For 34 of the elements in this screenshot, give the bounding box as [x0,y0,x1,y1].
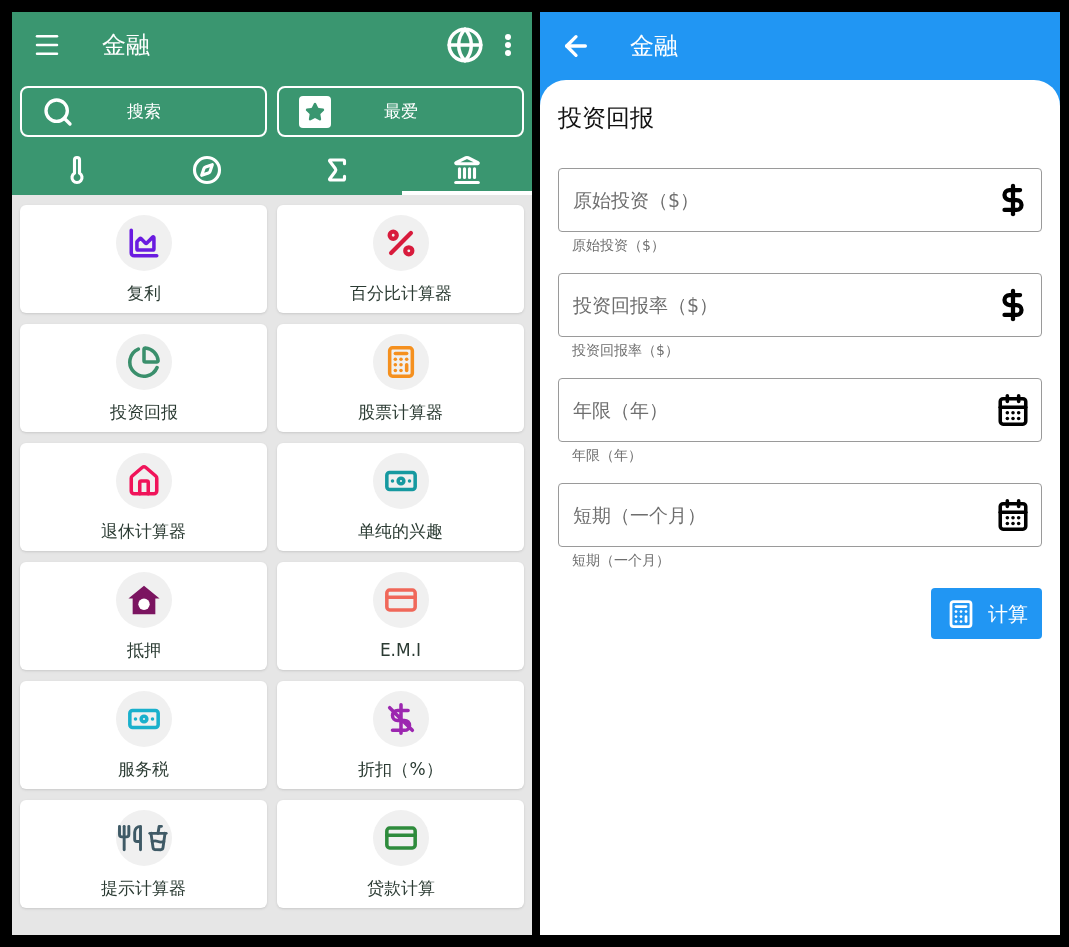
header-button[interactable]: 搜索 [20,86,267,137]
calculator-card[interactable]: 单纯的兴趣 [277,443,524,551]
calculator-card[interactable]: 抵押 [20,562,267,670]
language-button[interactable] [446,26,484,64]
calculator-card[interactable]: 复利 [20,205,267,313]
more-button[interactable] [504,33,512,57]
helper-text: 年限（年） [572,446,643,465]
input-field[interactable]: 原始投资（$） [558,168,1042,232]
bank-icon [452,155,482,185]
helper-text: 投资回报率（$） [572,341,680,360]
calculator-card[interactable]: 贷款计算 [277,800,524,908]
calendar-icon [996,498,1030,532]
calculator-card[interactable]: E.M.I [277,562,524,670]
calculator-card[interactable]: 百分比计算器 [277,205,524,313]
input-field[interactable]: 年限（年） [558,378,1042,442]
calculator-card[interactable]: 股票计算器 [277,324,524,432]
helper-text: 原始投资（$） [572,236,666,255]
globe-icon [446,26,484,64]
app-title: 金融 [630,31,678,62]
page-heading: 投资回报 [558,103,655,134]
app-title: 金融 [102,30,150,61]
input-field[interactable]: 短期（一个月） [558,483,1042,547]
calculator-card[interactable]: 退休计算器 [20,443,267,551]
helper-text: 短期（一个月） [572,551,671,570]
calculator-card[interactable]: 提示计算器 [20,800,267,908]
compass-icon [192,155,222,185]
search-icon [42,95,74,128]
calculator-card[interactable]: 服务税 [20,681,267,789]
calendar-icon [996,393,1030,427]
input-field[interactable]: 投资回报率（$） [558,273,1042,337]
calculator-card[interactable]: 投资回报 [20,324,267,432]
header-button[interactable]: 最爱 [277,86,524,137]
calculator-card[interactable]: 折扣（%） [277,681,524,789]
more-icon [504,33,512,57]
